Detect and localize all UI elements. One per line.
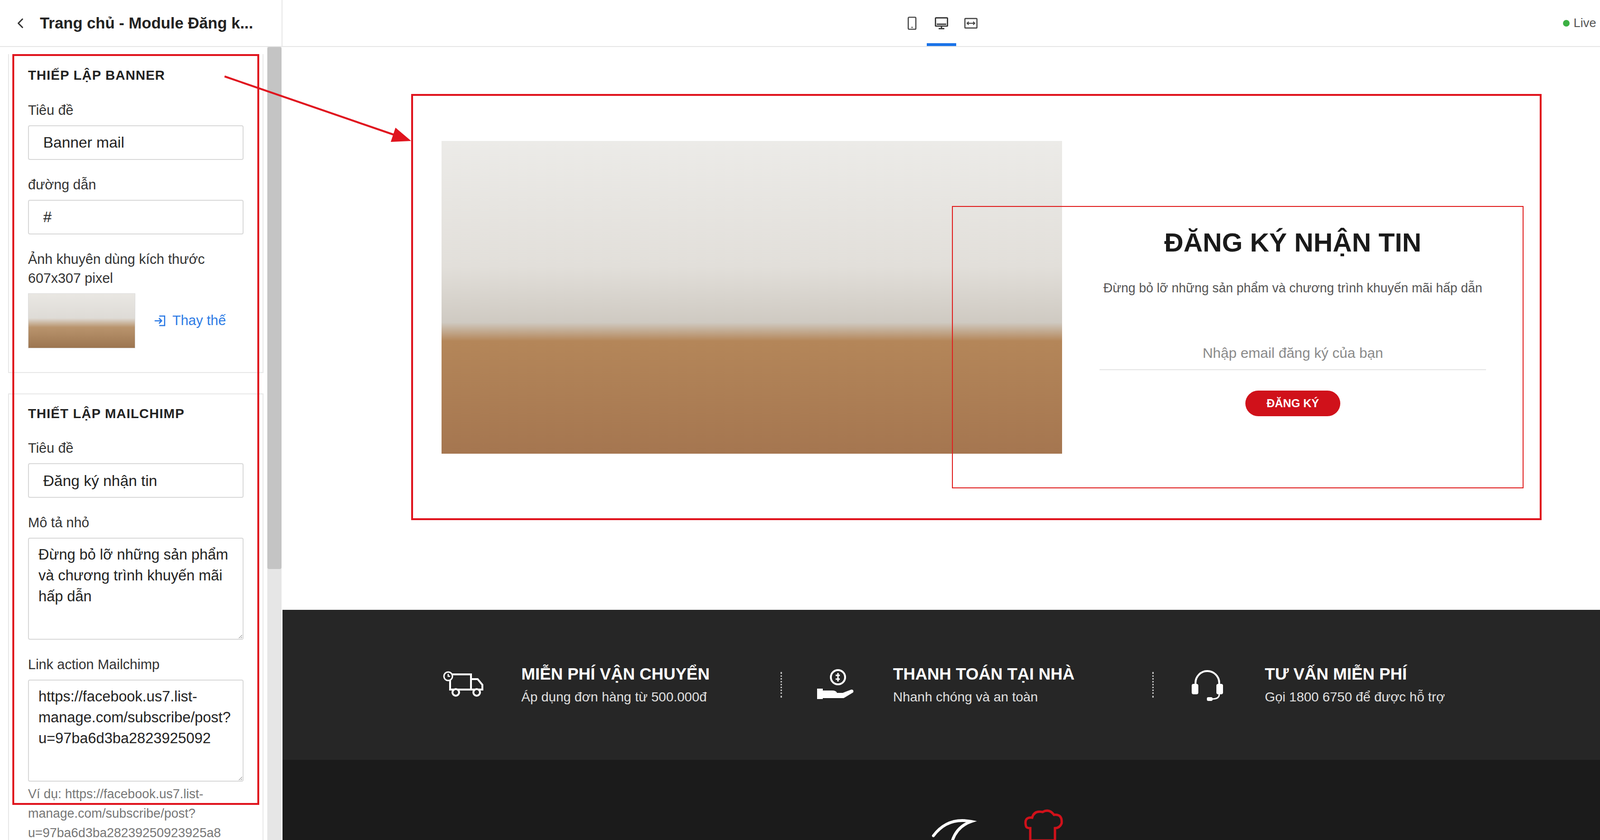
feature-text: TƯ VẤN MIỄN PHÍ Gọi 1800 6750 để được hỗ …	[1264, 664, 1445, 706]
status-label: Live	[1573, 13, 1597, 33]
feature-item: THANH TOÁN TẠI NHÀ Nhanh chóng và an toàn	[813, 664, 1153, 706]
feature-subtitle: Nhanh chóng và an toàn	[893, 688, 1075, 706]
field-label: Mô tả nhỏ	[28, 513, 244, 533]
section-title: THIẾP LẬP BANNER	[28, 67, 244, 84]
subscribe-row: ĐĂNG KÝ	[1062, 370, 1524, 417]
view-mode-button[interactable]	[956, 0, 986, 47]
feature-text: THANH TOÁN TẠI NHÀ Nhanh chóng và an toàn	[893, 664, 1075, 706]
view-mode-kind	[904, 15, 920, 31]
feature-strip: MIỄN PHÍ VẬN CHUYỂN Áp dụng đơn hàng từ 5…	[282, 610, 1600, 761]
view-mode-kind	[963, 15, 979, 31]
live-status: Live	[1562, 0, 1600, 47]
annotation-rect	[951, 206, 1524, 489]
text-input[interactable]	[28, 199, 244, 235]
text-input[interactable]	[28, 125, 244, 160]
shipping-icon	[441, 666, 487, 705]
settings-field: Link action Mailchimp https://facebook.us…	[28, 655, 244, 840]
back-button[interactable]	[11, 13, 31, 33]
field-label: Link action Mailchimp	[28, 655, 244, 675]
view-mode-button[interactable]	[926, 0, 957, 47]
image-picker: Thay thế	[28, 293, 244, 349]
newsletter-description: Đừng bỏ lỡ những sản phẩm và chương trìn…	[1062, 279, 1524, 298]
support-icon	[1185, 666, 1231, 705]
textarea-input[interactable]: Đừng bỏ lỡ những sản phẩm và chương trìn…	[28, 537, 244, 640]
replace-label: Thay thế	[172, 310, 226, 332]
view-mode-button[interactable]	[897, 0, 927, 47]
annotation-box	[12, 54, 260, 806]
textarea-input[interactable]: https://facebook.us7.list-manage.com/sub…	[28, 679, 244, 782]
feature-subtitle: Gọi 1800 6750 để được hỗ trợ	[1264, 688, 1445, 706]
feature-title: TƯ VẤN MIỄN PHÍ	[1264, 664, 1445, 685]
feature-divider	[1152, 672, 1154, 698]
feature-title: THANH TOÁN TẠI NHÀ	[893, 664, 1075, 685]
annotation-arrow-icon	[0, 0, 1600, 840]
preview-toolbar: Live	[282, 0, 1600, 48]
settings-field: Tiêu đề	[28, 100, 244, 160]
section-title: THIẾT LẬP MAILCHIMP	[28, 405, 244, 423]
view-mode-kind	[933, 15, 950, 31]
editor-header: Trang chủ - Module Đăng k...	[0, 0, 283, 48]
banner-image[interactable]	[441, 141, 1063, 454]
back-chevron-icon	[14, 17, 28, 30]
fullwidth-icon	[963, 15, 979, 31]
settings-field: Tiêu đề	[28, 438, 244, 499]
sidebar-scrollbar[interactable]	[267, 47, 282, 840]
desktop-icon	[933, 15, 950, 31]
replace-image-button[interactable]: Thay thế	[151, 307, 228, 335]
settings-panel: THIẾP LẬP BANNER Tiêu đề đường dẫn Ảnh khuy…	[8, 47, 264, 840]
replace-arrow-icon	[153, 313, 168, 329]
field-label: Tiêu đề	[28, 100, 244, 120]
field-label: đường dẫn	[28, 175, 244, 195]
module-row: ĐĂNG KÝ NHẬN TIN Đừng bỏ lỡ những sản phẩ…	[441, 141, 1540, 454]
preview-area: ĐĂNG KÝ NHẬN TIN Đừng bỏ lỡ những sản phẩ…	[282, 47, 1600, 840]
feature-item: TƯ VẤN MIỄN PHÍ Gọi 1800 6750 để được hỗ …	[1185, 664, 1445, 706]
settings-field: Ảnh khuyên dùng kích thước 607x307 pixel…	[28, 249, 244, 349]
mobile-icon	[904, 15, 920, 31]
banner-thumbnail[interactable]	[28, 293, 136, 349]
payment-icon	[813, 666, 859, 705]
subscribe-button[interactable]: ĐĂNG KÝ	[1245, 390, 1341, 417]
text-input[interactable]	[28, 463, 244, 499]
settings-field: Mô tả nhỏ Đừng bỏ lỡ những sản phẩm và ch…	[28, 513, 244, 640]
view-mode-group	[897, 0, 986, 47]
settings-field: đường dẫn	[28, 175, 244, 235]
site-footer	[282, 760, 1600, 840]
feature-text: MIỄN PHÍ VẬN CHUYỂN Áp dụng đơn hàng từ 5…	[521, 664, 710, 706]
chef-logo-icon	[928, 807, 1086, 840]
status-dot	[1562, 19, 1570, 27]
field-hint: Ví dụ: https://facebook.us7.list-manage.…	[28, 784, 244, 840]
feature-subtitle: Áp dụng đơn hàng từ 500.000đ	[521, 688, 710, 706]
settings-section: THIẾP LẬP BANNER Tiêu đề đường dẫn Ảnh khuy…	[8, 54, 264, 374]
feature-item: MIỄN PHÍ VẬN CHUYỂN Áp dụng đơn hàng từ 5…	[441, 664, 781, 706]
field-label: Ảnh khuyên dùng kích thước 607x307 pixel	[28, 249, 244, 288]
feature-title: MIỄN PHÍ VẬN CHUYỂN	[521, 664, 710, 685]
scrollbar-thumb[interactable]	[267, 47, 282, 570]
newsletter-module: ĐĂNG KÝ NHẬN TIN Đừng bỏ lỡ những sản phẩ…	[411, 94, 1542, 521]
email-input[interactable]	[1099, 337, 1487, 371]
field-label: Tiêu đề	[28, 438, 244, 458]
settings-sidebar: THIẾP LẬP BANNER Tiêu đề đường dẫn Ảnh khuy…	[0, 47, 283, 840]
newsletter-form: ĐĂNG KÝ NHẬN TIN Đừng bỏ lỡ những sản phẩ…	[1062, 141, 1524, 454]
settings-section: THIẾT LẬP MAILCHIMP Tiêu đề Mô tả nhỏ Đừng …	[8, 393, 264, 840]
newsletter-title: ĐĂNG KÝ NHẬN TIN	[1062, 226, 1524, 259]
editor-title: Trang chủ - Module Đăng k...	[39, 11, 254, 36]
feature-divider	[780, 672, 782, 698]
